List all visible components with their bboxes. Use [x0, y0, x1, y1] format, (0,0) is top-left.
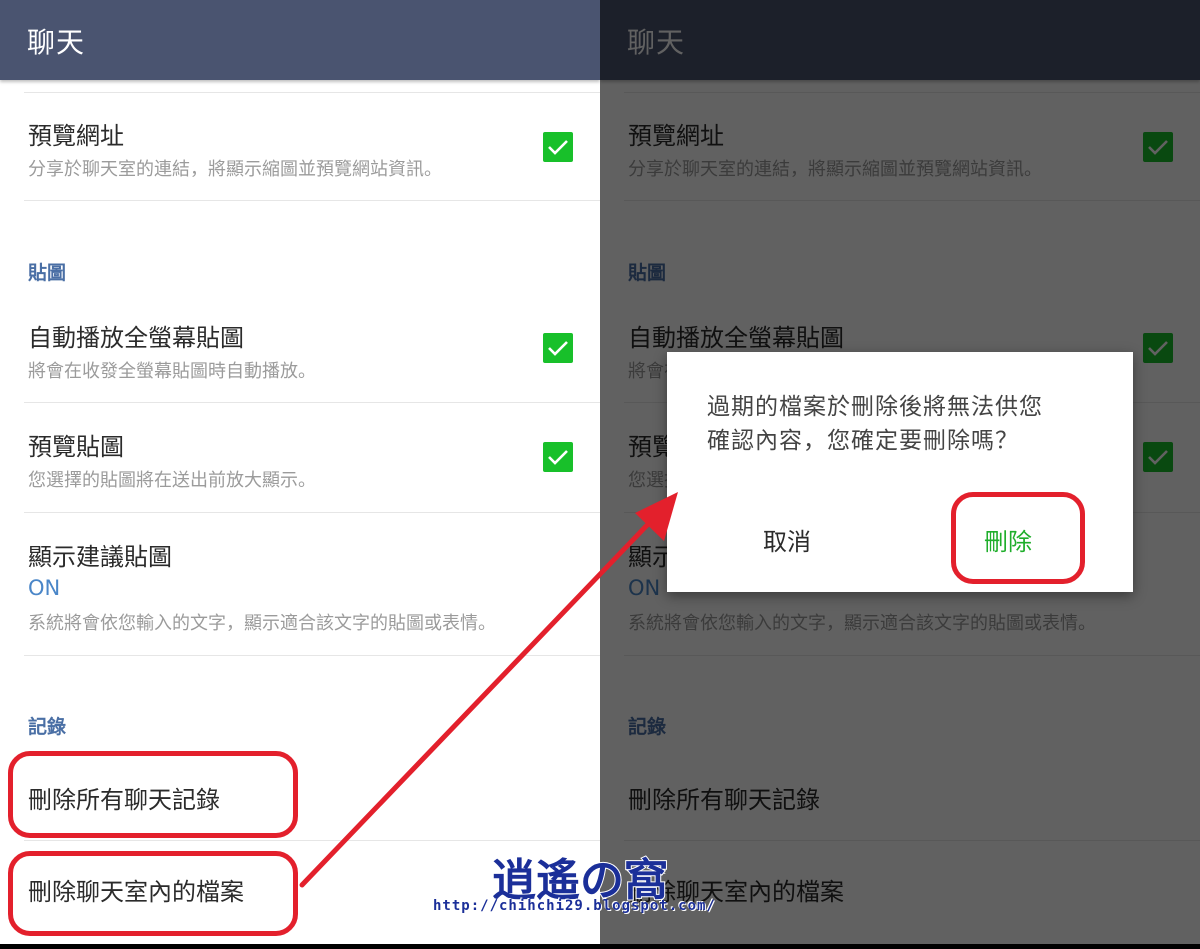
setting-description: 您選擇的貼圖將在送出前放大顯示。: [28, 470, 316, 491]
setting-value: ON: [28, 576, 61, 600]
check-icon: [548, 341, 568, 356]
sticker-preview-checkbox[interactable]: [543, 442, 573, 472]
cancel-button[interactable]: 取消: [763, 522, 811, 557]
setting-title: 自動播放全螢幕貼圖: [28, 324, 244, 352]
setting-title: 預覽網址: [28, 122, 124, 150]
highlight-box: [8, 851, 298, 936]
divider: [24, 92, 600, 93]
setting-title: 顯示建議貼圖: [28, 543, 172, 571]
dialog-message-line: 過期的檔案於刪除後將無法供您: [707, 394, 1043, 420]
check-icon: [548, 450, 568, 465]
setting-description: 將會在收發全螢幕貼圖時自動播放。: [28, 361, 316, 382]
highlight-box: [951, 492, 1085, 584]
divider: [24, 840, 600, 841]
dialog-message: 過期的檔案於刪除後將無法供您 確認內容，您確定要刪除嗎？: [707, 390, 1107, 458]
divider: [24, 402, 600, 403]
divider: [24, 512, 600, 513]
section-header-sticker: 貼圖: [28, 262, 67, 284]
page-title: 聊天: [27, 26, 86, 59]
setting-description: 系統將會依您輸入的文字，顯示適合該文字的貼圖或表情。: [28, 613, 496, 634]
highlight-box: [8, 751, 298, 838]
url-preview-checkbox[interactable]: [543, 132, 573, 162]
app-bar: 聊天: [0, 0, 600, 80]
watermark-url: http://chihchi29.blogspot.com/: [433, 898, 716, 914]
bottom-edge: [0, 944, 1200, 949]
divider: [24, 655, 600, 656]
settings-screen-right: 聊天 預覽網址 分享於聊天室的連結，將顯示縮圖並預覽網站資訊。 貼圖 自動播放全…: [600, 0, 1200, 949]
setting-description: 分享於聊天室的連結，將顯示縮圖並預覽網站資訊。: [28, 159, 442, 180]
section-header-history: 記錄: [28, 716, 67, 738]
setting-title: 預覽貼圖: [28, 433, 124, 461]
autoplay-checkbox[interactable]: [543, 333, 573, 363]
check-icon: [548, 140, 568, 155]
dialog-message-line: 確認內容，您確定要刪除嗎？: [707, 428, 1019, 454]
settings-screen-left: 聊天 預覽網址 分享於聊天室的連結，將顯示縮圖並預覽網站資訊。 貼圖 自動播放全…: [0, 0, 600, 949]
divider: [24, 200, 600, 201]
